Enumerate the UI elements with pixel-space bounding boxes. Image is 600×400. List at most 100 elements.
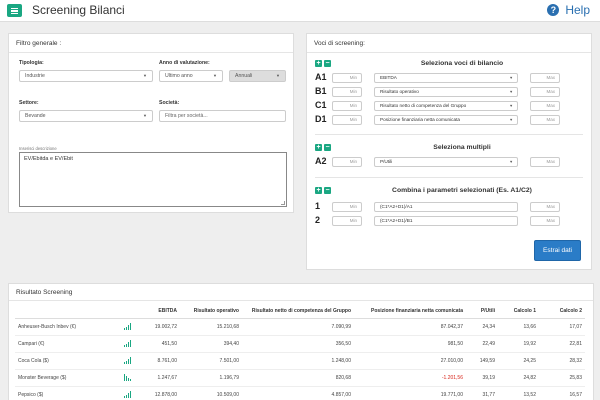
- filters-panel: Filtro generale : Tipologia: Industrie ▼…: [8, 33, 294, 213]
- table-header: EBITDA Risultato operativo Risultato net…: [15, 305, 585, 319]
- rn-cell: 1.248,00: [242, 352, 354, 370]
- pu-cell: 149,59: [466, 352, 498, 370]
- max-input[interactable]: Max: [530, 101, 560, 111]
- min-input[interactable]: Min: [332, 202, 362, 212]
- max-input[interactable]: Max: [530, 157, 560, 167]
- column-header: [120, 305, 135, 319]
- column-header[interactable]: P/Utili: [466, 305, 498, 319]
- voce-select-c1[interactable]: Risultato netto di competenza del Gruppo…: [374, 101, 518, 111]
- chevron-down-icon: ▼: [509, 90, 513, 94]
- multiplo-value: P/Utili: [380, 159, 393, 164]
- table-row[interactable]: Monster Beverage ($) 1.247,67 1.196,79 8…: [15, 369, 585, 387]
- table-row[interactable]: Coca Cola ($) 8.761,00 7.501,00 1.248,00…: [15, 352, 585, 370]
- bar-chart-down-icon[interactable]: [124, 374, 132, 381]
- multipli-title: Seleziona multipli: [433, 144, 491, 151]
- code-2: 2: [315, 215, 321, 225]
- add-icon[interactable]: +: [315, 60, 322, 67]
- pu-cell: 22,49: [466, 335, 498, 353]
- societa-input[interactable]: Filtra per società...: [159, 110, 286, 122]
- remove-icon[interactable]: −: [324, 187, 331, 194]
- voce-select-b1[interactable]: Risultato operativo ▼: [374, 87, 518, 97]
- column-header: [15, 305, 120, 319]
- code-d1: D1: [315, 114, 327, 124]
- column-header[interactable]: Posizione finanziaria netta comunicata: [354, 305, 466, 319]
- min-input[interactable]: Min: [332, 157, 362, 167]
- ebitda-cell: 1.247,67: [135, 369, 180, 387]
- settore-select[interactable]: Bevande ▼: [19, 110, 153, 122]
- column-header[interactable]: Risultato netto di competenza del Gruppo: [242, 305, 354, 319]
- resize-handle[interactable]: [281, 201, 285, 205]
- min-input[interactable]: Min: [332, 73, 362, 83]
- column-header[interactable]: EBITDA: [135, 305, 180, 319]
- calc1-cell: 24,82: [498, 369, 539, 387]
- pfn-cell: 27.010,00: [354, 352, 466, 370]
- chevron-down-icon: ▼: [276, 73, 280, 78]
- ebitda-cell: 12.878,00: [135, 386, 180, 400]
- column-header[interactable]: Risultato operativo: [180, 305, 242, 319]
- column-header[interactable]: Calcolo 1: [498, 305, 539, 319]
- max-input[interactable]: Max: [530, 216, 560, 226]
- voce-select-d1[interactable]: Posizione finanziaria netta comunicata ▼: [374, 115, 518, 125]
- bar-chart-up-icon[interactable]: [124, 357, 132, 364]
- help-icon: ?: [547, 4, 560, 16]
- voce-select-a1[interactable]: EBITDA ▼: [374, 73, 518, 83]
- bar-chart-up-icon[interactable]: [124, 323, 132, 330]
- chevron-down-icon: ▼: [509, 104, 513, 108]
- formula-input-1[interactable]: (C1*A2+D1)/A1: [374, 202, 518, 212]
- chevron-down-icon: ▼: [509, 160, 513, 164]
- chevron-down-icon: ▼: [509, 118, 513, 122]
- anno-select[interactable]: Ultimo anno ▼: [159, 70, 223, 82]
- app-title: Screening Bilanci: [32, 3, 125, 17]
- calc1-cell: 19,92: [498, 335, 539, 353]
- estrai-dati-button[interactable]: Estrai dati: [534, 240, 581, 261]
- menu-icon[interactable]: [7, 4, 22, 17]
- divider: [315, 134, 583, 135]
- min-input[interactable]: Min: [332, 101, 362, 111]
- code-b1: B1: [315, 86, 327, 96]
- pu-cell: 24,34: [466, 318, 498, 336]
- anno-value: Ultimo anno: [165, 73, 193, 79]
- table-row[interactable]: Campari (€) 451,50 394,40 356,50 981,50 …: [15, 335, 585, 353]
- period-value: Annuali: [235, 73, 253, 79]
- column-header[interactable]: Calcolo 2: [539, 305, 585, 319]
- calc1-cell: 24,25: [498, 352, 539, 370]
- voce-value: Risultato netto di competenza del Gruppo: [380, 103, 467, 108]
- anno-label: Anno di valutazione:: [159, 60, 210, 66]
- remove-icon[interactable]: −: [324, 60, 331, 67]
- add-icon[interactable]: +: [315, 187, 322, 194]
- ro-cell: 10.509,00: [180, 386, 242, 400]
- chevron-down-icon: ▼: [143, 113, 147, 118]
- societa-label: Società:: [159, 100, 180, 106]
- max-input[interactable]: Max: [530, 115, 560, 125]
- calc2-cell: 17,07: [539, 318, 585, 336]
- max-input[interactable]: Max: [530, 202, 560, 212]
- description-textarea[interactable]: EV/Ebitda e EV/Ebit: [19, 152, 287, 207]
- tipologia-value: Industrie: [25, 73, 45, 79]
- remove-icon[interactable]: −: [324, 144, 331, 151]
- table-row[interactable]: Anheuser-Busch Inbev (€) 19.002,72 15.21…: [15, 318, 585, 336]
- company-name: Anheuser-Busch Inbev (€): [15, 318, 120, 336]
- bar-chart-up-icon[interactable]: [124, 391, 132, 398]
- calc2-cell: 28,32: [539, 352, 585, 370]
- divider: [315, 177, 583, 178]
- chevron-down-icon: ▼: [213, 73, 217, 78]
- bar-chart-up-icon[interactable]: [124, 340, 132, 347]
- formula-input-2[interactable]: (C1*A2+D1)/B1: [374, 216, 518, 226]
- pu-cell: 31,77: [466, 386, 498, 400]
- min-input[interactable]: Min: [332, 216, 362, 226]
- min-input[interactable]: Min: [332, 115, 362, 125]
- results-table: EBITDA Risultato operativo Risultato net…: [15, 305, 585, 400]
- bilancio-title: Seleziona voci di bilancio: [420, 60, 504, 67]
- rn-cell: 356,50: [242, 335, 354, 353]
- combina-title: Combina i parametri selezionati (Es. A1/…: [392, 187, 532, 194]
- help-link[interactable]: ? Help: [547, 3, 590, 17]
- tipologia-select[interactable]: Industrie ▼: [19, 70, 153, 82]
- table-row[interactable]: Pepsico ($) 12.878,00 10.509,00 4.857,00…: [15, 386, 585, 400]
- multiplo-select-a2[interactable]: P/Utili ▼: [374, 157, 518, 167]
- min-input[interactable]: Min: [332, 87, 362, 97]
- chevron-down-icon: ▼: [143, 73, 147, 78]
- max-input[interactable]: Max: [530, 87, 560, 97]
- pfn-cell: 19.771,00: [354, 386, 466, 400]
- add-icon[interactable]: +: [315, 144, 322, 151]
- max-input[interactable]: Max: [530, 73, 560, 83]
